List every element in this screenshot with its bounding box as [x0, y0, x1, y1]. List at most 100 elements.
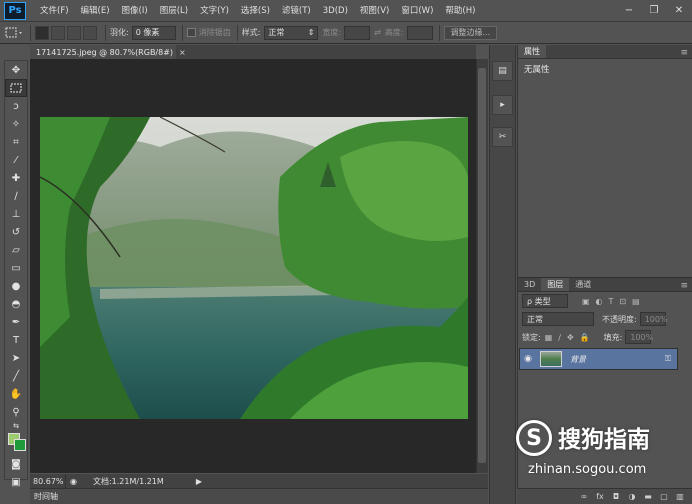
move-tool-icon[interactable]: ✥ — [5, 61, 27, 79]
new-group-icon[interactable]: ▬ — [640, 492, 656, 501]
layer-style-icon[interactable]: fx — [592, 492, 608, 501]
color-swatches[interactable] — [5, 431, 27, 455]
restore-button[interactable]: ❐ — [643, 3, 665, 19]
fill-input[interactable]: 100% — [625, 330, 653, 344]
status-arrow-icon[interactable]: ▶ — [196, 477, 202, 486]
properties-content: 无属性 — [524, 65, 550, 75]
timeline-label: 时间轴 — [34, 492, 58, 501]
collapsed-panel-strip: ▤ ▸ ✂ — [489, 45, 516, 504]
swap-icon[interactable]: ⇄ — [374, 25, 381, 41]
menu-image[interactable]: 图像(I) — [116, 0, 154, 22]
healing-brush-tool-icon[interactable]: ✚ — [5, 169, 27, 187]
magic-wand-tool-icon[interactable]: ✧ — [5, 115, 27, 133]
fill-label: 填充: — [603, 332, 623, 342]
actions-panel-icon[interactable]: ▸ — [492, 95, 513, 115]
zoom-tool-icon[interactable]: ⚲ — [5, 403, 27, 421]
panel-menu-icon[interactable]: ≡ — [680, 48, 688, 58]
lake-forest-photo — [40, 117, 468, 419]
menu-edit[interactable]: 编辑(E) — [75, 0, 116, 22]
filter-icons[interactable]: ▣◐T⊡▤ — [582, 297, 646, 306]
brush-tool-icon[interactable]: ∕ — [5, 187, 27, 205]
width-input[interactable] — [344, 25, 371, 40]
opacity-input[interactable]: 100% — [639, 312, 668, 326]
type-tool-icon[interactable]: T — [5, 331, 27, 349]
document-tab[interactable]: 17141725.jpeg @ 80.7%(RGB/8#) × — [30, 45, 186, 59]
gradient-tool-icon[interactable]: ▭ — [5, 259, 27, 277]
minimize-button[interactable]: − — [618, 3, 640, 19]
history-panel-icon[interactable]: ▤ — [492, 61, 513, 81]
tool-preset-picker[interactable] — [4, 25, 24, 41]
adjustment-layer-icon[interactable]: ◑ — [624, 492, 640, 501]
lasso-tool-icon[interactable]: ↄ — [5, 97, 27, 115]
history-brush-tool-icon[interactable]: ↺ — [5, 223, 27, 241]
lock-icons[interactable]: ▦∕✥🔒 — [545, 333, 596, 342]
line-tool-icon[interactable]: ╱ — [5, 367, 27, 385]
visibility-eye-icon[interactable]: ◉ — [520, 354, 536, 364]
blur-tool-icon[interactable]: ● — [5, 277, 27, 295]
status-info-icon[interactable]: ◉ — [70, 477, 77, 486]
blend-mode-select[interactable]: 正常 — [522, 312, 594, 326]
close-button[interactable]: ✕ — [668, 3, 690, 19]
path-selection-tool-icon[interactable]: ➤ — [5, 349, 27, 367]
intersect-selection-icon[interactable] — [83, 25, 97, 40]
subtract-selection-icon[interactable] — [67, 25, 81, 40]
tab-3d[interactable]: 3D — [518, 278, 541, 291]
photoshop-logo: Ps — [4, 1, 26, 20]
new-selection-icon[interactable] — [35, 25, 49, 40]
crop-tool-icon[interactable]: ⌗ — [5, 133, 27, 151]
quick-mask-icon[interactable]: ◙ — [5, 455, 27, 473]
add-mask-icon[interactable]: ◘ — [608, 492, 624, 501]
toolbox: ✥ ↄ ✧ ⌗ ⁄ ✚ ∕ ⊥ ↺ ▱ ▭ ● ◓ ✒ T ➤ ╱ ✋ ⚲ ⇆ … — [4, 60, 28, 488]
close-tab-icon[interactable]: × — [179, 48, 186, 57]
tab-layers[interactable]: 图层 — [541, 278, 570, 291]
document-info: 文档:1.21M/1.21M — [92, 476, 164, 486]
antialias-label: 消除锯齿 — [198, 28, 231, 37]
height-input[interactable] — [406, 25, 433, 40]
marquee-tool-icon[interactable] — [5, 79, 27, 97]
dodge-tool-icon[interactable]: ◓ — [5, 295, 27, 313]
timeline-panel-tab[interactable]: 时间轴 — [30, 488, 488, 504]
antialias-checkbox[interactable] — [186, 28, 196, 37]
eyedropper-tool-icon[interactable]: ⁄ — [5, 151, 27, 169]
zoom-level[interactable]: 80.67% — [30, 474, 66, 488]
menu-type[interactable]: 文字(Y) — [194, 0, 235, 22]
tool-presets-icon[interactable]: ✂ — [492, 127, 513, 147]
add-to-selection-icon[interactable] — [51, 25, 65, 40]
layer-row-background[interactable]: ◉ 背景 ⚿ — [519, 348, 678, 370]
background-color-swatch[interactable] — [14, 439, 26, 451]
delete-layer-icon[interactable]: ▥ — [672, 492, 688, 501]
menu-filter[interactable]: 滤镜(T) — [276, 0, 317, 22]
link-layers-icon[interactable]: ∞ — [576, 492, 592, 501]
menu-view[interactable]: 视图(V) — [354, 0, 395, 22]
swap-colors-icon[interactable]: ⇆ — [5, 421, 27, 431]
width-group: 宽度: — [322, 25, 371, 41]
eraser-tool-icon[interactable]: ▱ — [5, 241, 27, 259]
clone-stamp-tool-icon[interactable]: ⊥ — [5, 205, 27, 223]
style-select[interactable]: 正常 ⇕ — [264, 25, 319, 40]
refine-edge-button[interactable]: 调整边缘... — [443, 25, 498, 40]
layer-filter-row: ρ 类型 ▣◐T⊡▤ — [518, 292, 692, 310]
photoshop-window: Ps 文件(F) 编辑(E) 图像(I) 图层(L) 文字(Y) 选择(S) 滤… — [0, 0, 692, 504]
menu-help[interactable]: 帮助(H) — [439, 0, 481, 22]
document-image[interactable] — [40, 117, 468, 419]
screen-mode-icon[interactable]: ▣ — [5, 473, 27, 491]
divider — [236, 24, 238, 41]
menu-file[interactable]: 文件(F) — [34, 0, 75, 22]
style-group: 样式: 正常 ⇕ — [242, 25, 319, 41]
window-controls: − ❐ ✕ — [615, 3, 690, 19]
divider — [105, 24, 106, 41]
tab-properties[interactable]: 属性 — [518, 45, 546, 58]
feather-input[interactable]: 0 像素 — [131, 25, 176, 40]
tab-channels[interactable]: 通道 — [569, 278, 597, 291]
new-layer-icon[interactable]: ▢ — [656, 492, 672, 501]
hand-tool-icon[interactable]: ✋ — [5, 385, 27, 403]
menu-layer[interactable]: 图层(L) — [154, 0, 194, 22]
menu-select[interactable]: 选择(S) — [235, 0, 276, 22]
pen-tool-icon[interactable]: ✒ — [5, 313, 27, 331]
menu-window[interactable]: 窗口(W) — [395, 0, 439, 22]
menu-3d[interactable]: 3D(D) — [317, 0, 354, 22]
vertical-scroll-thumb[interactable] — [478, 68, 486, 463]
layer-filter-select[interactable]: ρ 类型 — [522, 294, 568, 308]
opacity-label: 不透明度: — [602, 314, 637, 324]
panel-menu-icon[interactable]: ≡ — [680, 281, 688, 291]
